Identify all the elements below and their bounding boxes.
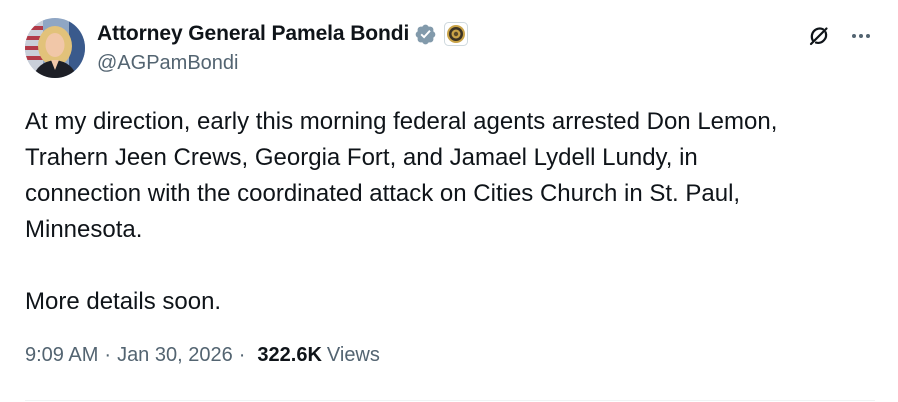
- views-count[interactable]: 322.6K: [257, 344, 322, 367]
- grok-button[interactable]: [803, 20, 835, 52]
- tweet-text: At my direction, early this morning fede…: [25, 108, 778, 315]
- verified-badge-icon[interactable]: [414, 23, 437, 46]
- tweet-meta: 9:09 AM · Jan 30, 2026 · 322.6K Views: [25, 344, 380, 367]
- tweet-detail: Attorney General Pamela Bondi @AGPamBond…: [0, 0, 898, 402]
- author-handle[interactable]: @AGPamBondi: [97, 52, 238, 75]
- profile-photo-icon: [25, 18, 85, 78]
- display-name[interactable]: Attorney General Pamela Bondi: [97, 22, 409, 46]
- tweet-date[interactable]: Jan 30, 2026: [117, 344, 233, 367]
- views-label: Views: [326, 344, 380, 366]
- tweet-time[interactable]: 9:09 AM: [25, 344, 98, 367]
- doj-seal-icon[interactable]: [444, 22, 469, 46]
- more-options-button[interactable]: [845, 20, 877, 52]
- meta-separator: ·: [238, 344, 246, 366]
- avatar[interactable]: [25, 18, 85, 78]
- author-name-row: Attorney General Pamela Bondi: [97, 20, 469, 48]
- grok-icon: [809, 27, 828, 46]
- meta-separator: ·: [104, 344, 112, 366]
- more-options-icon: [852, 34, 870, 38]
- divider: [25, 400, 875, 401]
